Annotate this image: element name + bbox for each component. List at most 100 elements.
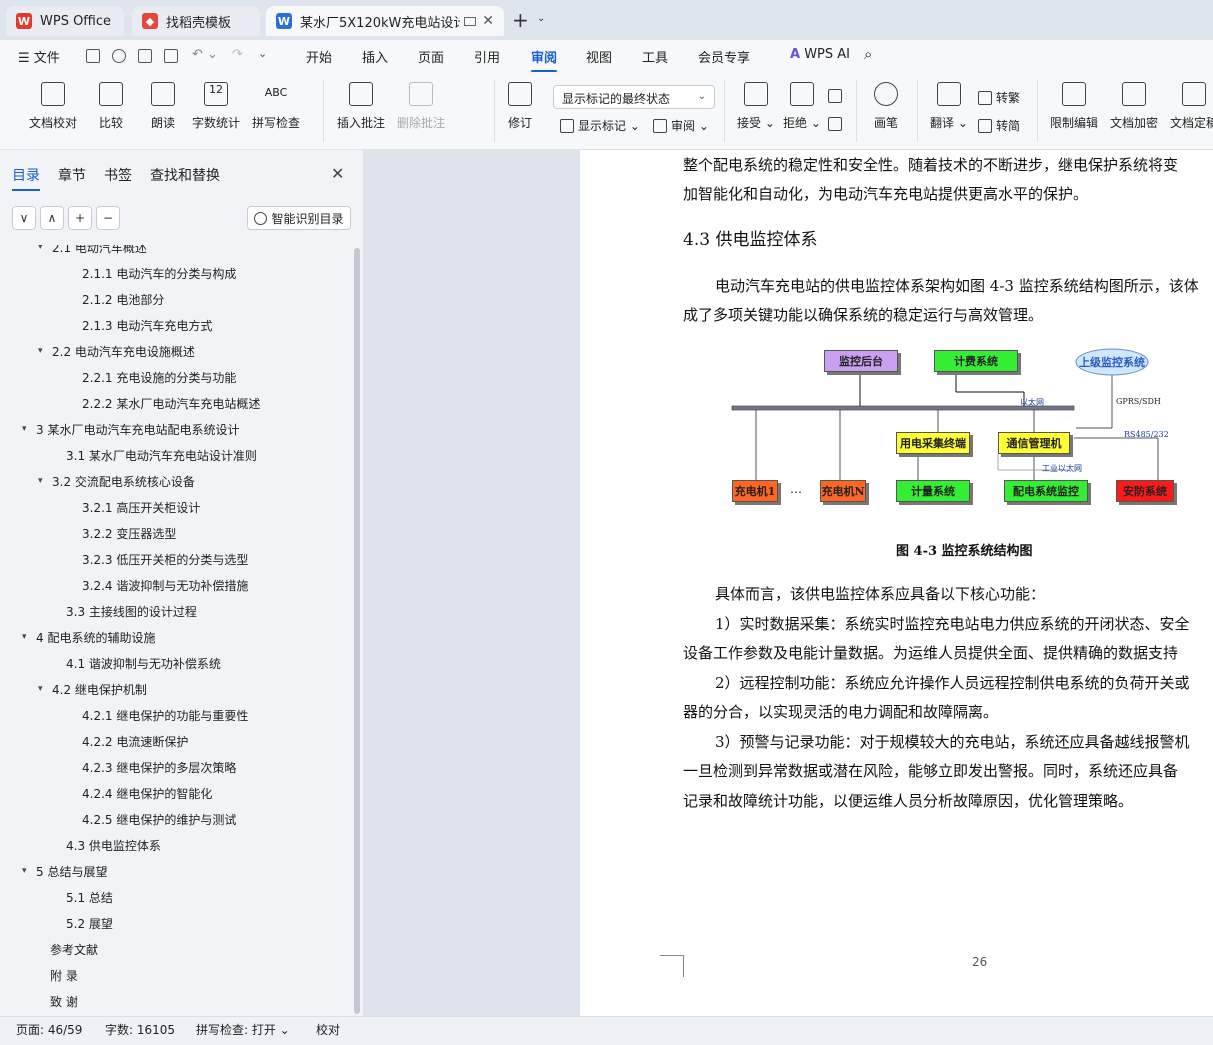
- menu-file[interactable]: ☰ 文件: [18, 47, 60, 66]
- toc-item[interactable]: 4.1 谐波抑制与无功补偿系统: [52, 653, 221, 673]
- toc-item[interactable]: 5.2 展望: [52, 913, 113, 933]
- menu-page[interactable]: 页面: [418, 47, 444, 66]
- document-page[interactable]: 整个配电系统的稳定性和安全性。随着技术的不断进步，继电保护系统将变 加智能化和自…: [580, 150, 1213, 1016]
- expand-toggle-icon[interactable]: ▾: [38, 476, 52, 486]
- encrypt-button[interactable]: 文档加密: [1110, 82, 1158, 131]
- reject-button[interactable]: 拒绝 ⌄: [783, 82, 821, 131]
- toc-item[interactable]: 3.2.1 高压开关柜设计: [68, 497, 200, 517]
- next-change-icon[interactable]: [828, 117, 846, 131]
- menu-member[interactable]: 会员专享: [698, 47, 750, 66]
- toc-item[interactable]: 附 录: [36, 965, 78, 985]
- doc-final-button[interactable]: 文档定稿: [1170, 82, 1213, 131]
- chevron-down-icon[interactable]: ⌄: [537, 13, 545, 24]
- menu-insert[interactable]: 插入: [362, 47, 388, 66]
- toc-item[interactable]: 4.2.3 继电保护的多层次策略: [68, 757, 236, 777]
- tab-document[interactable]: W 某水厂5X120kW充电站设计 ✕: [266, 6, 504, 36]
- accept-button[interactable]: 接受 ⌄: [737, 82, 775, 131]
- nav-tab-toc[interactable]: 目录: [12, 165, 40, 191]
- undo-icon[interactable]: ↶ ⌄: [192, 47, 218, 62]
- toc-item[interactable]: 2.2.2 某水厂电动汽车充电站概述: [68, 393, 260, 413]
- toc-item[interactable]: 2.1.2 电池部分: [68, 289, 164, 309]
- track-changes-button[interactable]: 修订: [508, 82, 532, 131]
- expand-toggle-icon[interactable]: ▾: [22, 866, 36, 876]
- redo-icon[interactable]: ↷: [232, 47, 243, 62]
- toc-item[interactable]: 2.2.1 充电设施的分类与功能: [68, 367, 236, 387]
- toc-item[interactable]: ▾ 3.2 交流配电系统核心设备: [38, 471, 195, 491]
- status-spell-check[interactable]: 拼写检查: 打开 ⌄: [196, 1021, 290, 1038]
- toc-item[interactable]: 4.2.1 继电保护的功能与重要性: [68, 705, 248, 725]
- close-icon[interactable]: ✕: [331, 164, 344, 183]
- menu-review[interactable]: 审阅: [531, 47, 558, 72]
- status-page[interactable]: 页面: 46/59: [16, 1021, 82, 1038]
- pen-button[interactable]: 画笔: [874, 82, 898, 131]
- toc-item[interactable]: 3.2.2 变压器选型: [68, 523, 176, 543]
- menu-tools[interactable]: 工具: [642, 47, 668, 66]
- print-preview-icon[interactable]: [164, 49, 178, 63]
- toc-item[interactable]: ▾ 2.1 电动汽车概述: [38, 245, 147, 257]
- expand-toggle-icon[interactable]: ▾: [38, 245, 52, 252]
- toc-item[interactable]: 5.1 总结: [52, 887, 113, 907]
- status-word-count[interactable]: 字数: 16105: [105, 1021, 175, 1038]
- toc-item[interactable]: 3.2.4 谐波抑制与无功补偿措施: [68, 575, 248, 595]
- toc-item[interactable]: ▾ 5 总结与展望: [22, 861, 107, 881]
- print-icon[interactable]: [138, 49, 152, 63]
- toc-item[interactable]: 3.3 主接线图的设计过程: [52, 601, 197, 621]
- toc-item[interactable]: 4.2.2 电流速断保护: [68, 731, 188, 751]
- display-mode-select[interactable]: 显示标记的最终状态 ⌄: [553, 85, 715, 109]
- toc-item[interactable]: 致 谢: [36, 991, 78, 1011]
- to-traditional-button[interactable]: 转繁: [978, 89, 1020, 106]
- expand-toggle-icon[interactable]: ▾: [38, 346, 52, 356]
- nav-tab-find-replace[interactable]: 查找和替换: [150, 165, 220, 185]
- more-chevron-icon[interactable]: ⌄: [258, 47, 267, 60]
- read-aloud-button[interactable]: 朗读: [151, 82, 175, 131]
- review-pane-button[interactable]: 审阅 ⌄: [653, 117, 709, 134]
- toc-item[interactable]: 4.3 供电监控体系: [52, 835, 161, 855]
- new-tab-icon[interactable]: +: [512, 8, 529, 32]
- restrict-edit-button[interactable]: 限制编辑: [1050, 82, 1098, 131]
- expand-toggle-icon[interactable]: ▾: [22, 424, 36, 434]
- menu-reference[interactable]: 引用: [474, 47, 500, 66]
- add-heading-button[interactable]: +: [68, 206, 92, 230]
- tab-template[interactable]: ◆ 找稻壳模板: [132, 6, 260, 36]
- toc-item[interactable]: ▾ 4 配电系统的辅助设施: [22, 627, 155, 647]
- wps-ai-button[interactable]: A WPS AI: [790, 47, 850, 62]
- word-count-button[interactable]: 12 字数统计: [192, 82, 240, 131]
- toc-item[interactable]: ▾ 3 某水厂电动汽车充电站配电系统设计: [22, 419, 239, 439]
- collapse-all-button[interactable]: ∨: [12, 206, 36, 230]
- toc-item[interactable]: 3.2.3 低压开关柜的分类与选型: [68, 549, 248, 569]
- nav-tab-bookmarks[interactable]: 书签: [104, 165, 132, 185]
- toc-item[interactable]: ▾ 2.2 电动汽车充电设施概述: [38, 341, 195, 361]
- toc-item[interactable]: 2.1.1 电动汽车的分类与构成: [68, 263, 236, 283]
- close-tab-icon[interactable]: ✕: [482, 13, 494, 29]
- menu-view[interactable]: 视图: [586, 47, 612, 66]
- toc-item[interactable]: 4.2.5 继电保护的维护与测试: [68, 809, 236, 829]
- doc-check-button[interactable]: 文档校对: [29, 82, 77, 131]
- expand-toggle-icon[interactable]: ▾: [38, 684, 52, 694]
- toc-item[interactable]: ▾ 4.2 继电保护机制: [38, 679, 147, 699]
- insert-comment-button[interactable]: 插入批注: [337, 82, 385, 131]
- expand-toggle-icon[interactable]: ▾: [22, 632, 36, 642]
- remove-heading-button[interactable]: −: [96, 206, 120, 230]
- nav-tab-chapters[interactable]: 章节: [58, 165, 86, 185]
- search-icon[interactable]: ⌕: [864, 45, 872, 63]
- toc-item[interactable]: 2.1.3 电动汽车充电方式: [68, 315, 212, 335]
- status-proof[interactable]: 校对: [316, 1021, 340, 1038]
- export-icon[interactable]: [112, 49, 126, 63]
- tab-wps-office[interactable]: W WPS Office: [6, 6, 124, 36]
- expand-level-button[interactable]: ∧: [40, 206, 64, 230]
- delete-comment-button[interactable]: 删除批注: [397, 82, 445, 131]
- menu-start[interactable]: 开始: [306, 47, 332, 66]
- toc-item[interactable]: 4.2.4 继电保护的智能化: [68, 783, 212, 803]
- toc-item[interactable]: 参考文献: [36, 939, 98, 959]
- prev-change-icon[interactable]: [828, 89, 846, 103]
- smart-toc-button[interactable]: 智能识别目录: [247, 206, 351, 230]
- to-simplified-button[interactable]: 转简: [978, 117, 1020, 134]
- ribbon-separator: [323, 80, 324, 142]
- translate-button[interactable]: 翻译 ⌄: [930, 82, 968, 131]
- toc-item[interactable]: 3.1 某水厂电动汽车充电站设计准则: [52, 445, 257, 465]
- compare-button[interactable]: 比较: [99, 82, 123, 131]
- toc-scrollbar[interactable]: [354, 248, 360, 1014]
- save-icon[interactable]: [86, 49, 100, 63]
- show-markup-button[interactable]: 显示标记 ⌄: [560, 117, 640, 134]
- spell-check-button[interactable]: ABC 拼写检查: [252, 82, 300, 131]
